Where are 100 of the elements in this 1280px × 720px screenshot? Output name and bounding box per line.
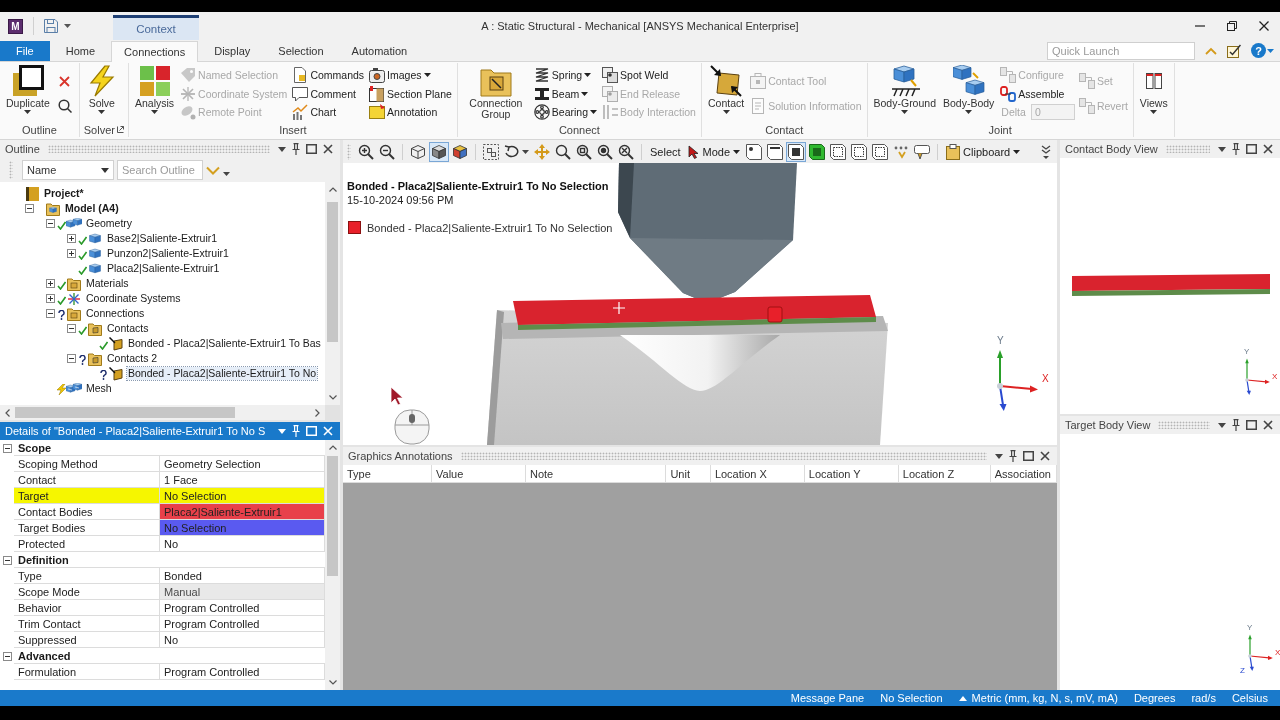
property-value[interactable]: Placa2|Saliente-Extruir1 [160, 504, 325, 520]
pin-icon[interactable] [292, 143, 300, 155]
tree-item[interactable]: Contacts 2 [106, 352, 159, 365]
collapse-icon[interactable] [2, 651, 12, 661]
tree-item[interactable]: Geometry [85, 217, 134, 230]
property-value[interactable]: Program Controlled [160, 616, 325, 632]
pin-icon[interactable] [1232, 143, 1240, 155]
horizontal-scrollbar[interactable] [0, 405, 325, 420]
ribbon-button[interactable]: Body-Ground [871, 65, 938, 122]
collapse-icon[interactable] [25, 204, 34, 213]
tree-item[interactable]: Bonded - Placa2|Saliente-Extruir1 To No [127, 367, 318, 380]
name-dropdown[interactable]: Name [22, 160, 114, 180]
tree-item[interactable]: Contacts [106, 322, 150, 335]
ribbon-button[interactable]: Body-Body [941, 65, 997, 122]
tree-item[interactable]: Mesh [85, 382, 113, 395]
toolbar-button[interactable] [765, 141, 786, 162]
scroll-right-icon[interactable] [315, 408, 320, 417]
vertical-scrollbar[interactable] [325, 440, 340, 690]
maximize-icon[interactable] [1246, 144, 1257, 154]
scroll-left-icon[interactable] [5, 408, 10, 417]
vertical-scrollbar[interactable] [325, 182, 340, 405]
dropdown-icon[interactable] [1218, 146, 1226, 152]
tree-item[interactable]: Project* [43, 187, 85, 200]
maximize-icon[interactable] [306, 144, 317, 154]
pin-icon[interactable] [1232, 419, 1240, 431]
units-menu-button[interactable]: Metric (mm, kg, N, s, mV, mA) [950, 692, 1126, 704]
dropdown-icon[interactable] [995, 453, 1003, 459]
collapse-icon[interactable] [67, 354, 76, 363]
caret-icon[interactable] [64, 24, 71, 28]
toolbar-button[interactable] [744, 141, 765, 162]
close-icon[interactable] [323, 144, 333, 154]
scrollbar-thumb[interactable] [327, 202, 338, 342]
scroll-down-icon[interactable] [328, 395, 337, 400]
ribbon-button[interactable]: Analysis [132, 65, 177, 122]
drag-grip[interactable] [1158, 421, 1210, 429]
ribbon-button[interactable]: Chart [291, 103, 338, 121]
property-value[interactable]: No [160, 632, 325, 648]
property-value[interactable]: Manual [160, 584, 325, 600]
toolbar-button[interactable] [828, 141, 849, 162]
collapse-icon[interactable] [67, 324, 76, 333]
tree-item[interactable]: Punzon2|Saliente-Extruir1 [106, 247, 230, 260]
ribbon-button[interactable]: Spring [532, 66, 593, 84]
tree-item[interactable]: Coordinate Systems [85, 292, 182, 305]
expand-icon[interactable] [46, 279, 55, 288]
ribbon-button[interactable]: Connection Group [461, 65, 530, 122]
ribbon-button[interactable]: Beam [532, 85, 590, 102]
drag-grip[interactable] [460, 452, 987, 460]
ribbon-button[interactable]: Commands [291, 66, 366, 84]
toolbar-button[interactable] [429, 141, 449, 162]
ribbon-button[interactable]: Duplicate [4, 65, 52, 122]
drag-grip[interactable] [47, 145, 270, 153]
ribbon-tab[interactable]: Connections [111, 41, 199, 62]
ribbon-button[interactable]: Spot Weld [601, 66, 670, 84]
expand-icon[interactable] [46, 294, 55, 303]
close-icon[interactable] [1040, 451, 1050, 461]
ribbon-button[interactable]: Assemble [999, 85, 1066, 103]
ribbon-button[interactable]: Images [368, 66, 432, 84]
toolbar-button[interactable] [849, 141, 870, 162]
scroll-down-icon[interactable] [328, 680, 337, 685]
mode-dropdown[interactable]: Mode [684, 141, 744, 162]
tree-item[interactable]: Model (A4) [64, 202, 120, 215]
maximize-icon[interactable] [1246, 420, 1257, 430]
scroll-up-icon[interactable] [328, 187, 337, 192]
ribbon-tab[interactable]: Automation [339, 41, 420, 61]
corner-arrow-icon[interactable] [116, 126, 124, 133]
checklist-icon[interactable] [1227, 43, 1241, 58]
file-tab[interactable]: File [0, 41, 50, 61]
property-value[interactable]: Program Controlled [160, 664, 325, 680]
property-value[interactable]: Program Controlled [160, 600, 325, 616]
caret-icon[interactable] [223, 172, 230, 176]
property-value[interactable]: Geometry Selection [160, 456, 325, 472]
clipboard-dropdown[interactable]: Clipboard [943, 141, 1024, 162]
ribbon-tab[interactable]: Display [202, 41, 263, 61]
ribbon-button[interactable]: Solve [83, 65, 120, 122]
collapse-icon[interactable] [2, 555, 12, 565]
ribbon-button[interactable]: Section Plane [368, 85, 453, 102]
collapse-icon[interactable] [46, 309, 55, 318]
property-value[interactable]: 1 Face [160, 472, 325, 488]
property-value[interactable]: No [160, 536, 325, 552]
dropdown-icon[interactable] [1218, 422, 1226, 428]
property-value[interactable]: No Selection [160, 488, 325, 504]
scrollbar-thumb[interactable] [15, 407, 235, 418]
toolbar-button[interactable] [870, 141, 891, 162]
tree-item[interactable]: Bonded - Placa2|Saliente-Extruir1 To Bas [127, 337, 322, 350]
ribbon-tab[interactable]: Home [53, 41, 108, 61]
tree-item[interactable]: Base2|Saliente-Extruir1 [106, 232, 219, 245]
ribbon-tab[interactable]: Selection [266, 41, 336, 61]
scrollbar-thumb[interactable] [327, 456, 338, 576]
tree-item[interactable]: Materials [85, 277, 130, 290]
toolbar-button[interactable] [807, 141, 828, 162]
expand-icon[interactable] [67, 249, 76, 258]
dropdown-icon[interactable] [278, 428, 286, 434]
scroll-up-icon[interactable] [328, 445, 337, 450]
pin-icon[interactable] [1009, 450, 1017, 462]
drag-grip[interactable] [1165, 145, 1210, 153]
collapse-icon[interactable] [2, 443, 12, 453]
ribbon-button[interactable]: Annotation [368, 103, 439, 121]
quick-launch-field[interactable]: Quick Launch [1047, 41, 1195, 60]
tree-item[interactable]: Placa2|Saliente-Extruir1 [106, 262, 221, 275]
toolbar-grip[interactable] [9, 161, 13, 179]
